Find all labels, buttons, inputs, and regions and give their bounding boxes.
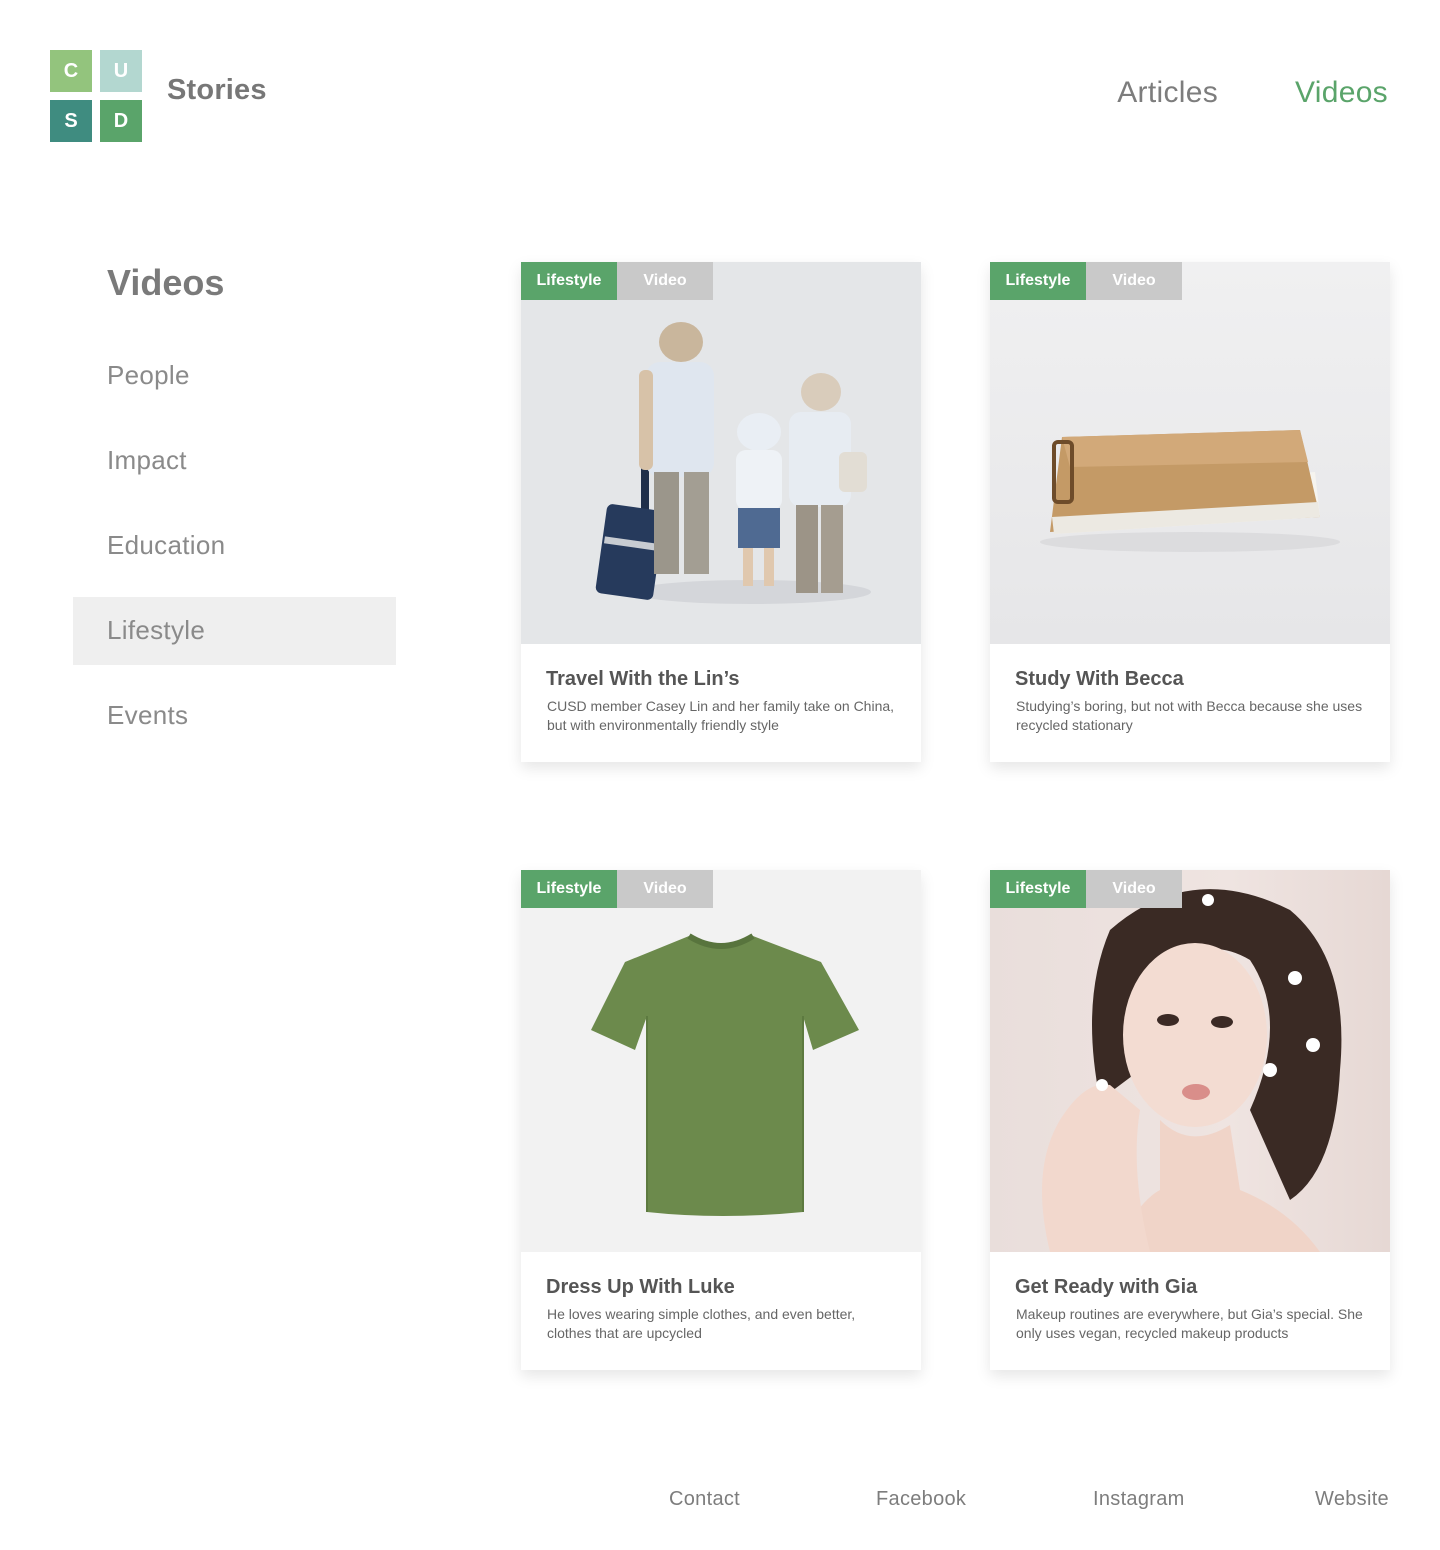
card-tags: Lifestyle Video <box>521 870 713 908</box>
category-tag[interactable]: Lifestyle <box>521 870 617 908</box>
card-tags: Lifestyle Video <box>521 262 713 300</box>
type-tag: Video <box>1086 262 1182 300</box>
sidebar-item-lifestyle[interactable]: Lifestyle <box>73 597 396 665</box>
family-travel-photo <box>595 322 871 604</box>
card-thumbnail[interactable]: Lifestyle Video <box>990 870 1390 1252</box>
card-description: CUSD member Casey Lin and her family tak… <box>547 698 895 733</box>
footer-website-link[interactable]: Website <box>1315 1488 1389 1511</box>
portrait-photo <box>1042 889 1342 1252</box>
sidebar-item-people[interactable]: People <box>73 342 396 410</box>
card-body: Get Ready with Gia Makeup routines are e… <box>990 1252 1390 1370</box>
card-title[interactable]: Dress Up With Luke <box>546 1276 896 1299</box>
footer-facebook-link[interactable]: Facebook <box>876 1488 966 1511</box>
section-title: Videos <box>107 262 225 303</box>
sidebar-item-events[interactable]: Events <box>73 682 396 750</box>
type-tag: Video <box>617 262 713 300</box>
sidebar-item-education[interactable]: Education <box>73 512 396 580</box>
category-sidebar: People Impact Education Lifestyle Events <box>73 342 396 767</box>
brand-title: Stories <box>167 74 267 106</box>
nav-articles[interactable]: Articles <box>1117 76 1218 110</box>
green-tshirt-photo <box>591 933 859 1216</box>
video-card[interactable]: Lifestyle Video Study With Becca Studyin… <box>990 262 1390 762</box>
card-body: Dress Up With Luke He loves wearing simp… <box>521 1252 921 1370</box>
notebook-photo <box>1040 430 1340 552</box>
type-tag: Video <box>1086 870 1182 908</box>
sidebar-item-impact[interactable]: Impact <box>73 427 396 495</box>
card-thumbnail[interactable]: Lifestyle Video <box>521 870 921 1252</box>
card-title[interactable]: Get Ready with Gia <box>1015 1276 1365 1299</box>
card-title[interactable]: Travel With the Lin’s <box>546 668 896 691</box>
footer-contact-link[interactable]: Contact <box>669 1488 740 1511</box>
card-tags: Lifestyle Video <box>990 870 1182 908</box>
card-tags: Lifestyle Video <box>990 262 1182 300</box>
cusd-logo[interactable]: C U S D <box>50 50 142 142</box>
category-tag[interactable]: Lifestyle <box>990 870 1086 908</box>
card-description: Studying’s boring, but not with Becca be… <box>1016 698 1363 733</box>
logo-tile-c: C <box>50 50 92 92</box>
nav-videos[interactable]: Videos <box>1295 76 1388 110</box>
video-card[interactable]: Lifestyle Video Travel With the Lin’s CU… <box>521 262 921 762</box>
category-tag[interactable]: Lifestyle <box>521 262 617 300</box>
card-thumbnail[interactable]: Lifestyle Video <box>990 262 1390 644</box>
footer: Contact Facebook Instagram Website <box>0 1488 1440 1518</box>
card-body: Travel With the Lin’s CUSD member Casey … <box>521 644 921 762</box>
category-tag[interactable]: Lifestyle <box>990 262 1086 300</box>
card-description: He loves wearing simple clothes, and eve… <box>547 1306 856 1341</box>
card-description: Makeup routines are everywhere, but Gia’… <box>1016 1306 1363 1341</box>
card-title[interactable]: Study With Becca <box>1015 668 1365 691</box>
video-card[interactable]: Lifestyle Video Get Ready with Gia Makeu… <box>990 870 1390 1370</box>
video-card[interactable]: Lifestyle Video Dress Up With Luke He lo… <box>521 870 921 1370</box>
type-tag: Video <box>617 870 713 908</box>
footer-instagram-link[interactable]: Instagram <box>1093 1488 1185 1511</box>
card-body: Study With Becca Studying’s boring, but … <box>990 644 1390 762</box>
logo-tile-d: D <box>100 100 142 142</box>
logo-tile-s: S <box>50 100 92 142</box>
card-thumbnail[interactable]: Lifestyle Video <box>521 262 921 644</box>
logo-tile-u: U <box>100 50 142 92</box>
top-nav: Articles Videos <box>1117 76 1388 110</box>
